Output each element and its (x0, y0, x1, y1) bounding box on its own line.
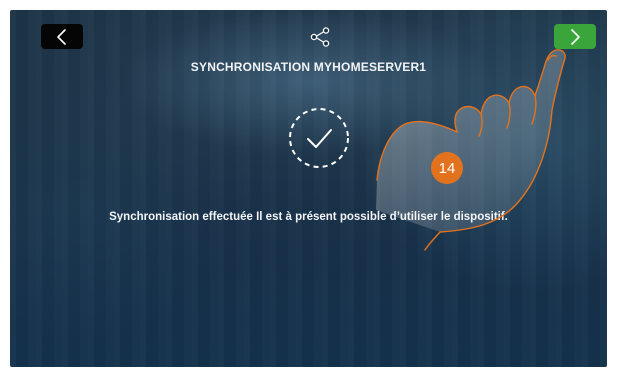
check-circle-dashed-icon (289, 108, 349, 168)
back-button[interactable] (41, 24, 83, 49)
touch-screen: SYNCHRONISATION MYHOMESERVER1 Synchronis… (10, 10, 607, 367)
share-icon[interactable] (309, 27, 331, 47)
device-frame: SYNCHRONISATION MYHOMESERVER1 Synchronis… (0, 0, 618, 377)
next-button[interactable] (554, 24, 596, 49)
step-number-badge: 14 (431, 152, 463, 184)
chevron-right-icon (571, 28, 580, 45)
chevron-left-icon (57, 28, 66, 45)
page-title: SYNCHRONISATION MYHOMESERVER1 (190, 60, 427, 74)
status-message: Synchronisation effectuée Il est à prése… (109, 211, 508, 223)
